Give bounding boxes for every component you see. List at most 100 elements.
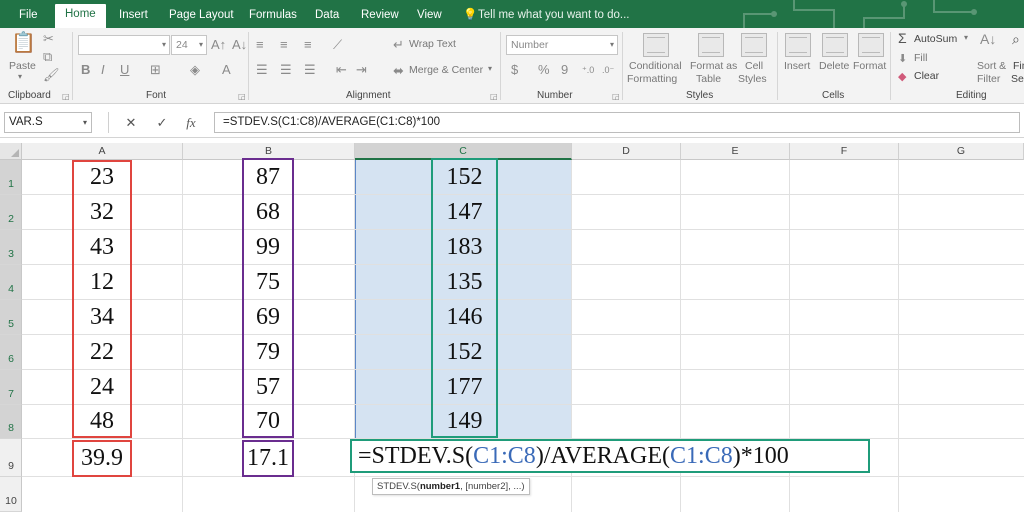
formula-input[interactable]: =STDEV.S(C1:C8)/AVERAGE(C1:C8)*100 — [214, 112, 1020, 133]
formula-bar: VAR.S ▾ ✕ ✓ fx =STDEV.S(C1:C8)/AVERAGE(C1… — [0, 104, 1024, 138]
align-left-icon[interactable]: ☰ — [256, 63, 268, 77]
row-header-8[interactable]: 8 — [0, 405, 22, 439]
align-middle-icon[interactable]: ≡ — [280, 38, 288, 52]
gridline — [182, 160, 183, 512]
currency-button[interactable]: $ — [511, 63, 518, 77]
font-launcher-icon[interactable]: ◲ — [238, 92, 246, 101]
highlight-box-a9 — [72, 440, 132, 477]
ribbon-home: 📋 Paste ▾ ✂ ⧉ 🖌 Clipboard ◲ ▾ 24 ▾ A↑ A↓ … — [0, 28, 1024, 104]
find-select-label-1: Fin — [1013, 60, 1024, 72]
format-as-table-label-2: Table — [696, 73, 722, 85]
chevron-down-icon: ▾ — [609, 40, 614, 49]
cancel-icon[interactable]: ✕ — [120, 112, 142, 133]
row-header-9[interactable]: 9 — [0, 439, 22, 477]
chevron-down-icon: ▾ — [161, 40, 166, 49]
row-header-1[interactable]: 1 — [0, 160, 22, 195]
sort-filter-label-1: Sort & — [977, 60, 1007, 72]
insert-cells-icon — [785, 33, 811, 57]
delete-cells-label: Delete — [819, 60, 850, 72]
gridline — [22, 404, 1024, 405]
tab-page-layout[interactable]: Page Layout — [167, 5, 236, 28]
borders-icon[interactable]: ⊞ — [150, 63, 161, 77]
circuit-decoration — [743, 0, 977, 28]
format-painter-icon[interactable]: 🖌 — [43, 68, 60, 82]
font-name-combo[interactable]: ▾ — [78, 35, 170, 55]
tab-view[interactable]: View — [415, 5, 444, 28]
tab-insert[interactable]: Insert — [117, 5, 150, 28]
row-header-3[interactable]: 3 — [0, 230, 22, 265]
increase-indent-icon[interactable]: ⇥ — [356, 63, 367, 77]
number-group-label: Number — [537, 90, 573, 101]
gridline — [22, 194, 1024, 195]
copy-icon[interactable]: ⧉ — [43, 50, 52, 64]
highlight-box-a1-a8 — [72, 160, 132, 438]
number-launcher-icon[interactable]: ◲ — [612, 92, 620, 101]
italic-button[interactable]: I — [101, 63, 105, 77]
format-cells-label: Format — [853, 60, 887, 72]
number-format-combo[interactable]: Number ▾ — [506, 35, 618, 55]
decrease-font-icon[interactable]: A↓ — [232, 38, 247, 52]
row-header-7[interactable]: 7 — [0, 370, 22, 405]
column-header-g[interactable]: G — [899, 143, 1024, 160]
name-box[interactable]: VAR.S ▾ — [4, 112, 92, 133]
comma-button[interactable]: 9 — [561, 63, 568, 77]
paste-icon: 📋 — [11, 32, 36, 54]
row-header-5[interactable]: 5 — [0, 300, 22, 335]
row-header-6[interactable]: 6 — [0, 335, 22, 370]
alignment-launcher-icon[interactable]: ◲ — [490, 92, 498, 101]
column-header-f[interactable]: F — [790, 143, 899, 160]
column-header-e[interactable]: E — [681, 143, 790, 160]
font-size-combo[interactable]: 24 ▾ — [171, 35, 207, 55]
insert-function-icon[interactable]: fx — [180, 112, 202, 133]
cells-group-label: Cells — [822, 90, 845, 101]
font-size-value: 24 — [176, 39, 188, 51]
row-header-2[interactable]: 2 — [0, 195, 22, 230]
row-header-4[interactable]: 4 — [0, 265, 22, 300]
column-header-a[interactable]: A — [22, 143, 183, 160]
decrease-indent-icon[interactable]: ⇤ — [336, 63, 347, 77]
clipboard-launcher-icon[interactable]: ◲ — [62, 92, 70, 101]
cut-icon[interactable]: ✂ — [43, 32, 54, 46]
eraser-icon: ◆ — [898, 71, 907, 83]
chevron-down-icon: ▾ — [198, 40, 203, 49]
editing-group-label: Editing — [956, 90, 987, 101]
find-select-label-2: Sel — [1011, 73, 1024, 85]
delete-cells-icon — [822, 33, 848, 57]
percent-button[interactable]: % — [538, 63, 550, 77]
tab-file[interactable]: File — [17, 5, 40, 28]
align-bottom-icon[interactable]: ≡ — [304, 38, 312, 52]
tell-me-box[interactable]: 💡Tell me what you want to do... — [461, 5, 632, 28]
fill-down-icon: ⬇ — [898, 53, 908, 65]
find-icon: ⌕ — [1012, 31, 1020, 47]
underline-button[interactable]: U — [120, 63, 129, 77]
align-top-icon[interactable]: ≡ — [256, 38, 264, 52]
tab-home[interactable]: Home — [55, 4, 106, 28]
align-right-icon[interactable]: ☰ — [304, 63, 316, 77]
number-format-value: Number — [511, 39, 549, 51]
decrease-decimal-icon[interactable]: .0⁻ — [602, 63, 614, 77]
insert-cells-label: Insert — [784, 60, 811, 72]
cell-c9-editing[interactable]: =STDEV.S(C1:C8)/AVERAGE(C1:C8)*100 — [350, 439, 870, 473]
fill-color-icon[interactable]: ◈ — [190, 63, 200, 77]
highlight-box-b9 — [242, 440, 294, 477]
tab-data[interactable]: Data — [313, 5, 341, 28]
tab-formulas[interactable]: Formulas — [247, 5, 299, 28]
tab-review[interactable]: Review — [359, 5, 401, 28]
enter-icon[interactable]: ✓ — [151, 112, 173, 133]
clear-label: Clear — [914, 70, 940, 82]
styles-group-label: Styles — [686, 90, 714, 101]
row-header-10[interactable]: 10 — [0, 477, 22, 512]
chevron-down-icon: ▾ — [82, 118, 87, 127]
select-all-button[interactable] — [0, 143, 22, 160]
ribbon-tab-bar: File Home Insert Page Layout Formulas Da… — [0, 0, 1024, 28]
gridline — [22, 299, 1024, 300]
column-header-d[interactable]: D — [572, 143, 681, 160]
bold-button[interactable]: B — [81, 63, 90, 77]
align-center-icon[interactable]: ☰ — [280, 63, 292, 77]
orientation-icon[interactable]: ⟋ — [333, 38, 342, 52]
increase-font-icon[interactable]: A↑ — [211, 38, 226, 52]
increase-decimal-icon[interactable]: ⁺.0 — [582, 63, 594, 77]
font-color-icon[interactable]: A — [222, 63, 231, 77]
gridline — [22, 264, 1024, 265]
cell-styles-label-1: Cell — [745, 60, 764, 72]
